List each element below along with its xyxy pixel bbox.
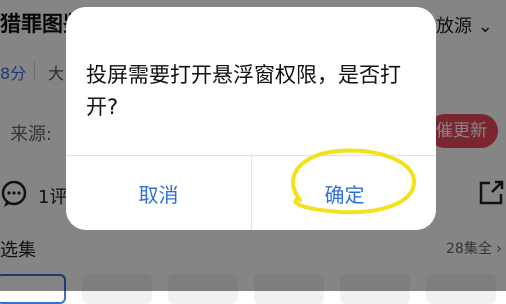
confirm-button[interactable]: 确定 (252, 156, 436, 230)
dialog-message: 投屏需要打开悬浮窗权限，是否打开? (86, 63, 401, 119)
permission-dialog: 投屏需要打开悬浮窗权限，是否打开? 取消 确定 (66, 7, 436, 230)
cancel-button[interactable]: 取消 (66, 156, 251, 230)
